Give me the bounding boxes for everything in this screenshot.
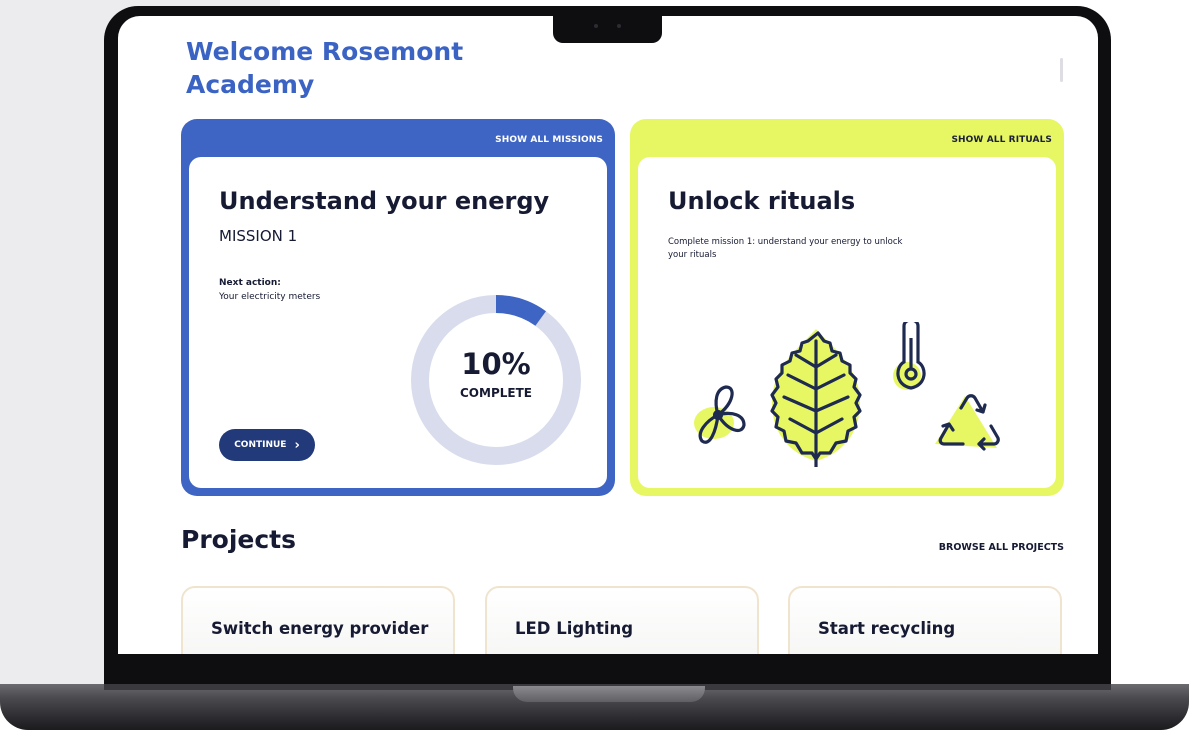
camera-notch xyxy=(553,14,662,43)
chevron-right-icon: › xyxy=(294,437,300,453)
rituals-description: Complete mission 1: understand your ener… xyxy=(668,237,903,260)
project-title: Switch energy provider xyxy=(211,619,429,638)
progress-percent: 10% xyxy=(461,347,531,381)
browse-all-projects-link[interactable]: BROWSE ALL PROJECTS xyxy=(939,542,1064,553)
project-card-switch-energy[interactable]: Switch energy provider xyxy=(181,586,455,654)
laptop-thumb-notch xyxy=(513,686,705,702)
missions-card-body: Understand your energy MISSION 1 Next ac… xyxy=(189,157,607,488)
app-screen: Welcome Rosemont Academy SHOW ALL MISSIO… xyxy=(118,16,1098,654)
next-action-value: Your electricity meters xyxy=(219,292,321,302)
fan-icon xyxy=(694,385,746,444)
continue-button-label: CONTINUE xyxy=(234,440,287,450)
continue-button[interactable]: CONTINUE › xyxy=(219,429,315,461)
camera-dot xyxy=(594,24,598,28)
missions-card: SHOW ALL MISSIONS Understand your energy… xyxy=(181,119,615,496)
projects-heading: Projects xyxy=(181,525,297,554)
leaf-icon xyxy=(770,329,862,467)
project-card-led-lighting[interactable]: LED Lighting xyxy=(485,586,759,654)
show-all-missions-link[interactable]: SHOW ALL MISSIONS xyxy=(495,135,603,145)
project-card-start-recycling[interactable]: Start recycling xyxy=(788,586,1062,654)
rituals-card: SHOW ALL RITUALS Unlock rituals Complete… xyxy=(630,119,1064,496)
progress-label: COMPLETE xyxy=(460,386,532,400)
welcome-heading: Welcome Rosemont Academy xyxy=(186,37,464,99)
scrollbar-thumb[interactable] xyxy=(1060,58,1063,82)
next-action-label: Next action: xyxy=(219,278,281,288)
rituals-illustration xyxy=(694,322,1000,467)
camera-dot xyxy=(617,24,621,28)
mission-number: MISSION 1 xyxy=(219,227,298,245)
mission-title: Understand your energy xyxy=(219,187,550,215)
project-title: LED Lighting xyxy=(515,619,634,638)
show-all-rituals-link[interactable]: SHOW ALL RITUALS xyxy=(951,135,1052,145)
thermometer-icon xyxy=(893,322,926,390)
project-title: Start recycling xyxy=(818,619,956,638)
recycle-icon xyxy=(935,394,1000,451)
rituals-title: Unlock rituals xyxy=(668,187,856,215)
rituals-card-body: Unlock rituals Complete mission 1: under… xyxy=(638,157,1056,488)
